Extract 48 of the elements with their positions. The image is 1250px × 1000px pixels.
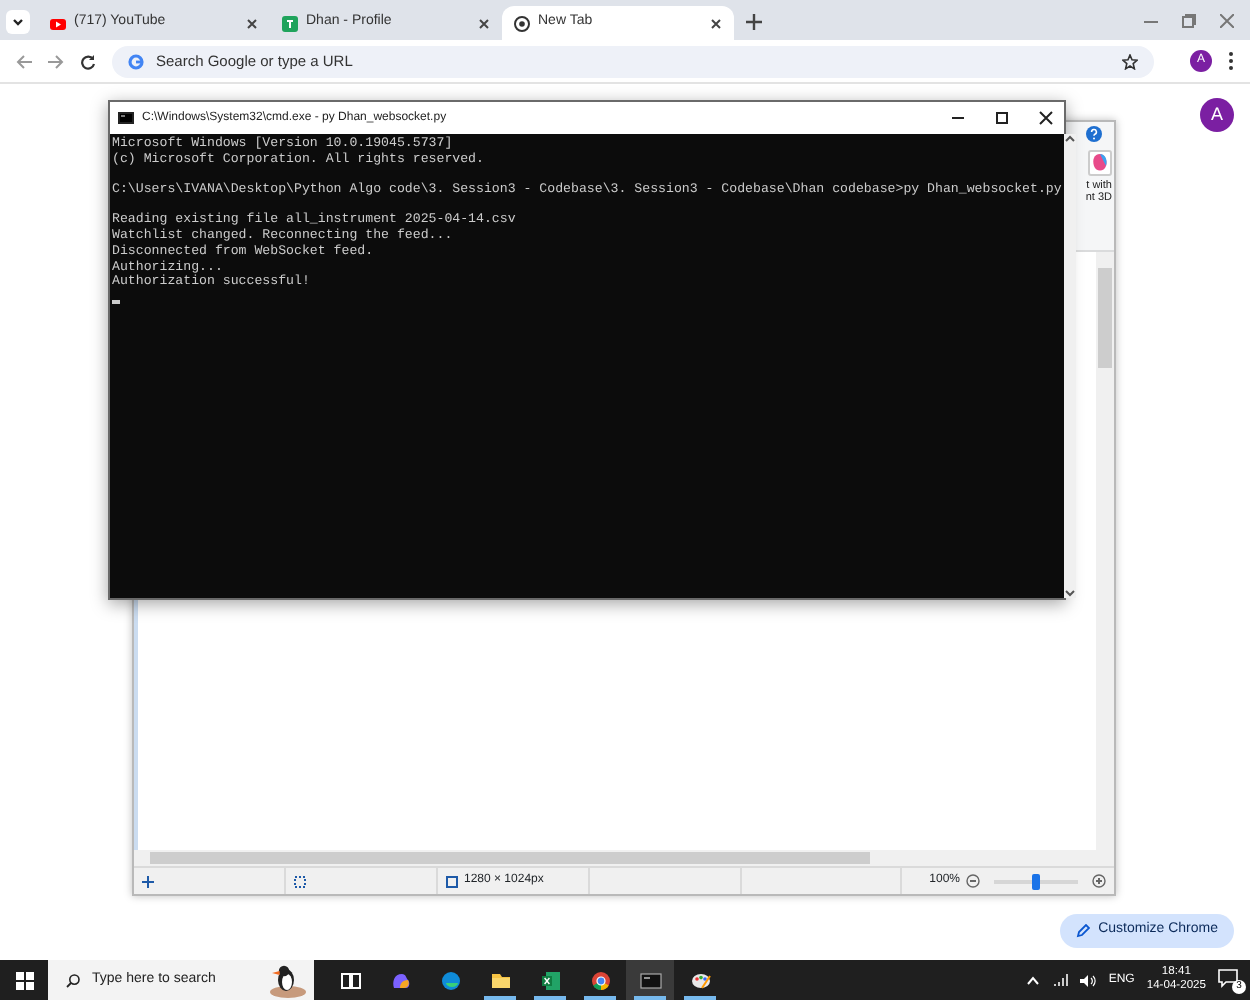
close-icon[interactable] bbox=[478, 17, 490, 29]
help-icon[interactable] bbox=[1086, 126, 1102, 142]
restore-icon[interactable] bbox=[1182, 14, 1196, 28]
folder-icon bbox=[489, 969, 511, 991]
pencil-icon bbox=[1076, 924, 1091, 938]
vertical-scrollbar[interactable] bbox=[1096, 252, 1114, 850]
back-icon[interactable] bbox=[16, 53, 32, 69]
tab-search-icon[interactable] bbox=[6, 10, 30, 34]
console-icon bbox=[118, 112, 134, 124]
volume-icon[interactable] bbox=[1080, 973, 1097, 987]
edge-browser-icon bbox=[439, 969, 461, 991]
menu-icon[interactable] bbox=[1228, 52, 1234, 70]
maximize-icon[interactable] bbox=[994, 110, 1010, 126]
notification-icon[interactable] bbox=[1218, 968, 1238, 988]
paint-palette-icon bbox=[689, 969, 711, 991]
spreadsheet-icon bbox=[539, 969, 561, 991]
selection-size-icon bbox=[294, 875, 306, 887]
profile-avatar[interactable]: A bbox=[1200, 98, 1234, 132]
paint-3d-icon[interactable] bbox=[1088, 150, 1112, 176]
copilot-icon bbox=[389, 969, 411, 991]
terminal-icon bbox=[639, 969, 661, 991]
zoom-out-icon[interactable] bbox=[966, 874, 980, 888]
task-view-icon bbox=[339, 969, 361, 991]
forward-icon[interactable] bbox=[48, 53, 64, 69]
windows-start-icon[interactable] bbox=[15, 971, 33, 989]
reload-icon[interactable] bbox=[80, 53, 96, 69]
star-icon[interactable] bbox=[1122, 53, 1138, 69]
search-icon bbox=[66, 973, 80, 987]
cursor-position-icon bbox=[142, 875, 154, 887]
tab-favicon bbox=[50, 15, 66, 31]
close-icon[interactable] bbox=[710, 17, 722, 29]
new-tab-icon[interactable] bbox=[746, 14, 762, 30]
scroll-up-icon[interactable] bbox=[1063, 134, 1076, 142]
scroll-down-icon[interactable] bbox=[1063, 590, 1076, 598]
chevron-up-icon[interactable] bbox=[1026, 975, 1041, 985]
close-icon[interactable] bbox=[246, 17, 258, 29]
taskbar-app-button[interactable] bbox=[626, 960, 674, 1000]
horizontal-scrollbar[interactable] bbox=[134, 850, 1114, 866]
image-size-icon bbox=[446, 875, 458, 887]
tab-favicon bbox=[514, 15, 530, 31]
chrome-browser-icon bbox=[589, 969, 611, 991]
vertical-scrollbar[interactable] bbox=[1063, 134, 1076, 598]
tab-favicon bbox=[282, 15, 298, 31]
puffin-bird-drawing bbox=[266, 962, 310, 998]
close-icon[interactable] bbox=[1038, 110, 1054, 126]
network-icon[interactable] bbox=[1052, 973, 1069, 987]
zoom-in-icon[interactable] bbox=[1092, 874, 1106, 888]
google-icon bbox=[128, 53, 144, 69]
